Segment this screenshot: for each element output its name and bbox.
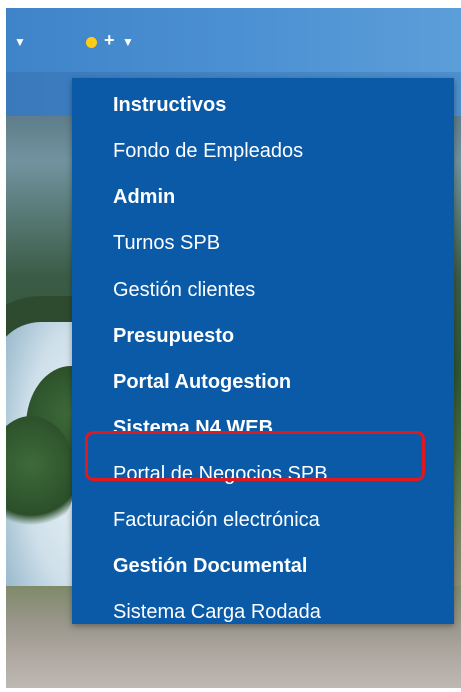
menu-item-label: Facturación electrónica (113, 509, 320, 531)
menu-item-label: Presupuesto (113, 325, 235, 347)
top-navbar: ▼ + ▼ (6, 8, 461, 72)
menu-item-portal-autogestion[interactable]: Portal Autogestion (72, 364, 454, 400)
menu-item-label: Sistema Carga Rodada (113, 601, 321, 623)
menu-item-fondo-de-empleados[interactable]: Fondo de Empleados (72, 133, 454, 169)
menu-item-label: Gestión clientes (113, 279, 256, 301)
plus-icon[interactable]: + (104, 30, 115, 50)
menu-item-label: Turnos SPB (113, 232, 221, 254)
menu-item-turnos-spb[interactable]: Turnos SPB (72, 225, 454, 261)
menu-item-gestion-documental[interactable]: Gestión Documental (72, 548, 454, 584)
menu-item-label: Portal Autogestion (113, 371, 292, 393)
apps-dropdown-menu: Instructivos Fondo de Empleados Admin Tu… (72, 78, 454, 624)
menu-item-label: Gestión Documental (113, 555, 308, 577)
menu-item-label: Admin (113, 186, 176, 208)
menu-item-gestion-clientes[interactable]: Gestión clientes (72, 272, 454, 308)
menu-item-admin[interactable]: Admin (72, 179, 454, 215)
menu-item-sistema-carga-rodada[interactable]: Sistema Carga Rodada (72, 594, 454, 630)
highlight-annotation-box (85, 431, 425, 481)
menu-item-instructivos[interactable]: Instructivos (72, 87, 454, 123)
menu-item-label: Fondo de Empleados (113, 140, 304, 162)
caret-down-icon[interactable]: ▼ (122, 36, 134, 48)
caret-down-icon[interactable]: ▼ (14, 36, 26, 48)
menu-item-label: Instructivos (113, 94, 227, 116)
menu-item-presupuesto[interactable]: Presupuesto (72, 318, 454, 354)
app-frame: ▼ + ▼ Instructivos Fondo de Empleados Ad… (6, 8, 461, 688)
status-dot-icon[interactable] (86, 37, 97, 48)
menu-item-facturacion-electronica[interactable]: Facturación electrónica (72, 502, 454, 538)
